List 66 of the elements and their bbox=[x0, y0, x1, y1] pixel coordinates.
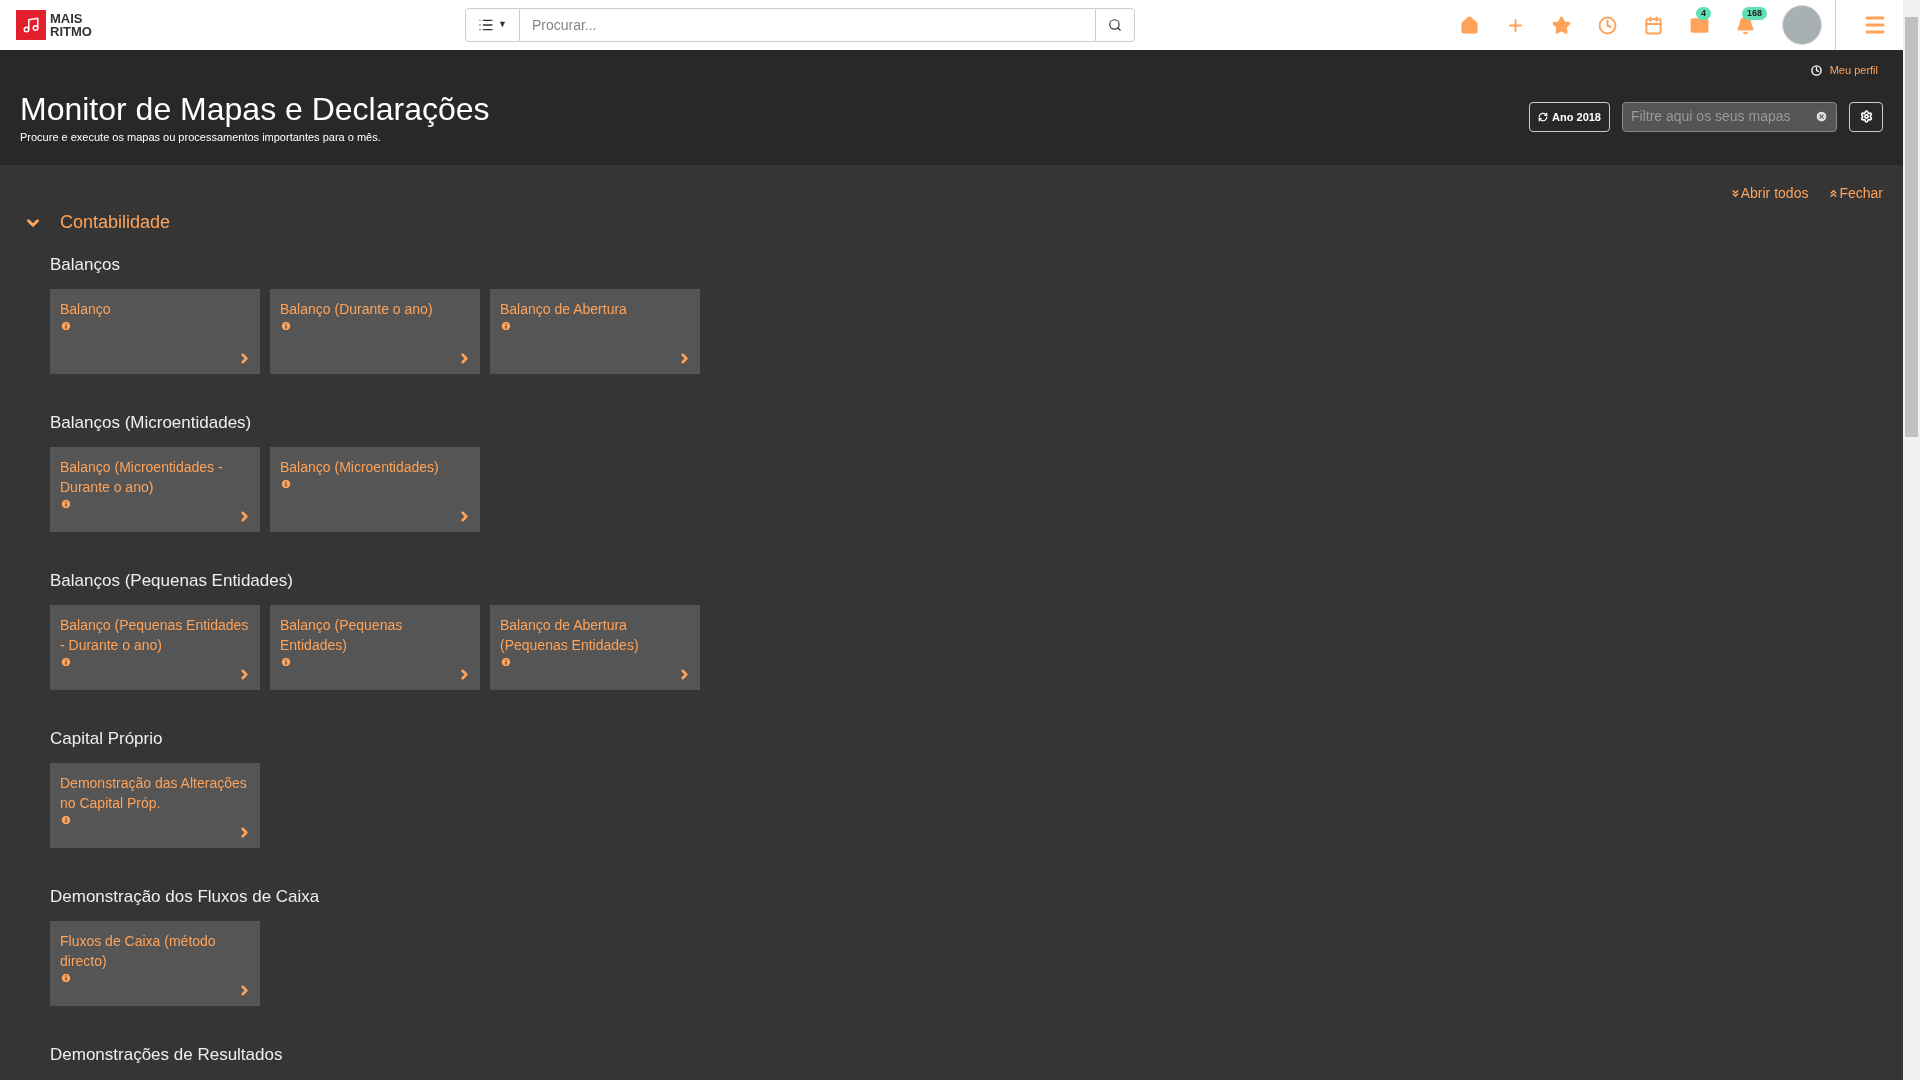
map-card[interactable]: Balanço (Microentidades) bbox=[270, 447, 480, 532]
info-icon[interactable] bbox=[280, 320, 292, 332]
info-icon[interactable] bbox=[60, 814, 72, 826]
card-title[interactable]: Balanço (Pequenas Entidades) bbox=[280, 615, 470, 655]
info-icon[interactable] bbox=[280, 478, 292, 490]
map-card[interactable]: Balanço bbox=[50, 289, 260, 374]
year-button[interactable]: Ano 2018 bbox=[1529, 101, 1610, 132]
card-title[interactable]: Balanço (Microentidades) bbox=[280, 457, 470, 477]
brand-name: RITMO bbox=[50, 25, 92, 38]
section-heading: Demonstração dos Fluxos de Caixa bbox=[50, 886, 321, 908]
card-title[interactable]: Balanço de Abertura bbox=[500, 299, 690, 319]
expand-all-link[interactable]: Abrir todos bbox=[1729, 183, 1809, 204]
card-title[interactable]: Balanço (Pequenas Entidades - Durante o ano) bbox=[60, 615, 250, 655]
list-dropdown-button[interactable]: ▼ bbox=[464, 8, 520, 42]
star-icon[interactable] bbox=[1552, 15, 1571, 35]
map-card[interactable]: Fluxos de Caixa (método directo) bbox=[50, 921, 260, 1006]
card-title[interactable]: Balanço (Durante o ano) bbox=[280, 299, 470, 319]
profile-link[interactable]: Meu perfil bbox=[1829, 62, 1878, 79]
count-badge: 168 bbox=[1742, 6, 1768, 20]
info-icon[interactable] bbox=[60, 656, 72, 668]
map-card[interactable]: Demonstração das Alterações no Capital Próp. bbox=[50, 763, 260, 848]
map-card[interactable]: Balanço de Abertura bbox=[490, 289, 700, 374]
section-heading: Balanços (Microentidades) bbox=[50, 412, 253, 434]
map-card[interactable]: Balanço (Pequenas Entidades) bbox=[270, 605, 480, 690]
clock-icon bbox=[1810, 64, 1822, 76]
scrollbar[interactable] bbox=[1903, 0, 1920, 1080]
map-card[interactable]: Balanço (Microentidades - Durante o ano) bbox=[50, 447, 260, 532]
home-icon[interactable] bbox=[1460, 15, 1479, 35]
map-card[interactable]: Balanço de Abertura (Pequenas Entidades) bbox=[490, 605, 700, 690]
card-title[interactable]: Fluxos de Caixa (método directo) bbox=[60, 931, 250, 971]
caret-icon: ▼ bbox=[497, 18, 507, 32]
info-icon[interactable] bbox=[280, 656, 292, 668]
card-title[interactable]: Demonstração das Alterações no Capital Próp. bbox=[60, 773, 250, 813]
info-icon[interactable] bbox=[500, 320, 512, 332]
page-subtitle: Procure e execute os mapas ou processamentos importantes para o mês. bbox=[20, 129, 382, 145]
group-title[interactable]: Contabilidade bbox=[60, 209, 171, 236]
section-heading: Demonstrações de Resultados bbox=[50, 1044, 284, 1066]
list-icon bbox=[477, 17, 494, 33]
search-field[interactable]: Procurar... bbox=[519, 8, 1095, 42]
page-title: Monitor de Mapas e Declarações bbox=[20, 89, 490, 129]
section-heading: Balanços (Pequenas Entidades) bbox=[50, 570, 294, 592]
info-icon[interactable] bbox=[60, 498, 72, 510]
card-title[interactable]: Balanço bbox=[60, 299, 250, 319]
music-note-logo-icon bbox=[16, 10, 46, 40]
map-card[interactable]: Balanço (Durante o ano) bbox=[270, 289, 480, 374]
filter-field[interactable]: Filtre aqui os seus mapas bbox=[1622, 101, 1837, 132]
info-icon[interactable] bbox=[500, 656, 512, 668]
settings-icon bbox=[1859, 110, 1873, 124]
section-heading: Capital Próprio bbox=[50, 728, 164, 750]
section-heading: Balanços bbox=[50, 254, 121, 276]
clear-icon[interactable] bbox=[1815, 110, 1828, 124]
map-card[interactable]: Balanço (Pequenas Entidades - Durante o ano) bbox=[50, 605, 260, 690]
count-badge: 4 bbox=[1696, 6, 1711, 20]
search-button[interactable] bbox=[1094, 8, 1135, 42]
calendar-icon[interactable] bbox=[1644, 15, 1663, 35]
info-icon[interactable] bbox=[60, 320, 72, 332]
info-icon[interactable] bbox=[60, 972, 72, 984]
collapse-all-link[interactable]: Fechar bbox=[1828, 183, 1883, 204]
refresh-icon bbox=[1538, 111, 1549, 122]
avatar[interactable] bbox=[1782, 5, 1822, 45]
clock-icon[interactable] bbox=[1598, 15, 1617, 35]
card-title[interactable]: Balanço de Abertura (Pequenas Entidades) bbox=[500, 615, 690, 655]
brand-name: MAIS bbox=[50, 12, 84, 25]
settings-button[interactable] bbox=[1849, 101, 1883, 132]
search-icon bbox=[1107, 18, 1122, 32]
card-title[interactable]: Balanço (Microentidades - Durante o ano) bbox=[60, 457, 250, 497]
